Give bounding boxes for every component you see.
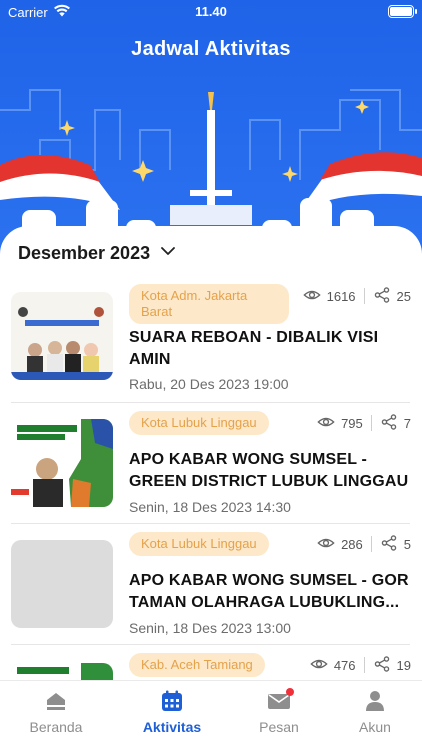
bottom-navigation: Beranda Aktivitas Pesan Akun [0,680,422,750]
region-badge: Kota Lubuk Linggau [129,411,269,435]
nav-label: Aktivitas [142,719,202,735]
activity-sheet: Desember 2023 Kota Adm. Jakarta Barat 16… [0,226,422,680]
share-count: 7 [403,415,411,431]
nav-item-aktivitas[interactable]: Aktivitas [122,689,222,735]
activity-date: Senin, 18 Des 2023 14:30 [129,499,291,515]
activity-stats: 476 19 [302,653,411,677]
share-icon[interactable] [373,655,391,676]
activity-stats: 1616 25 [295,284,411,308]
view-count: 1616 [326,288,356,304]
nav-label: Pesan [259,719,299,735]
activity-thumbnail [11,419,113,507]
activity-thumbnail [11,663,113,680]
activity-item[interactable]: Kab. Aceh Tamiang 476 19 [11,645,411,680]
region-badge: Kota Lubuk Linggau [129,532,269,556]
view-count: 795 [341,415,363,431]
header-banner: Carrier 11.40 Jadwal Aktivitas [0,0,422,262]
status-bar: Carrier 11.40 [0,0,422,24]
view-count: 286 [341,536,363,552]
month-selector[interactable]: Desember 2023 [18,243,176,264]
share-count: 5 [403,536,411,552]
share-count: 19 [396,657,411,673]
activity-thumbnail [11,292,113,380]
eye-icon [317,534,335,555]
notification-dot [286,688,294,696]
eye-icon [317,413,335,434]
activity-item[interactable]: Kota Adm. Jakarta Barat 1616 25 SUARA RE… [11,276,411,398]
calendar-icon [160,689,184,713]
activity-title: SUARA REBOAN - DIBALIK VISI AMIN [129,329,379,368]
home-icon [44,689,68,713]
activity-date: Rabu, 20 Des 2023 19:00 [129,376,289,392]
month-label: Desember 2023 [18,243,151,263]
battery-icon [388,5,417,18]
page-title: Jadwal Aktivitas [131,38,291,60]
activity-item[interactable]: Kota Lubuk Linggau 795 7 APO KABAR WONG … [11,403,411,525]
nav-item-beranda[interactable]: Beranda [6,689,106,735]
activity-stats: 286 5 [309,532,411,556]
nav-label: Akun [359,719,391,735]
share-count: 25 [396,288,411,304]
share-icon[interactable] [373,286,391,307]
region-badge: Kab. Aceh Tamiang [129,653,265,677]
nav-label: Beranda [29,719,83,735]
eye-icon [302,286,321,307]
region-badge: Kota Adm. Jakarta Barat [129,284,289,324]
activity-thumbnail-placeholder [11,540,113,628]
mail-icon [267,688,294,713]
activity-title: APO KABAR WONG SUMSEL - GOR TAMAN OLAHRA… [129,572,409,611]
share-icon[interactable] [380,534,398,555]
status-time: 11.40 [195,4,227,19]
activity-stats: 795 7 [309,411,411,435]
activity-date: Senin, 18 Des 2023 13:00 [129,620,291,636]
share-icon[interactable] [380,413,398,434]
activity-item[interactable]: Kota Lubuk Linggau 286 5 APO KABAR WONG … [11,524,411,646]
nav-item-pesan[interactable]: Pesan [229,688,329,735]
view-count: 476 [333,657,356,673]
user-icon [363,689,387,713]
activity-title: APO KABAR WONG SUMSEL - GREEN DISTRICT L… [129,451,409,490]
eye-icon [310,655,328,676]
chevron-down-icon [160,243,176,264]
nav-item-akun[interactable]: Akun [325,689,422,735]
